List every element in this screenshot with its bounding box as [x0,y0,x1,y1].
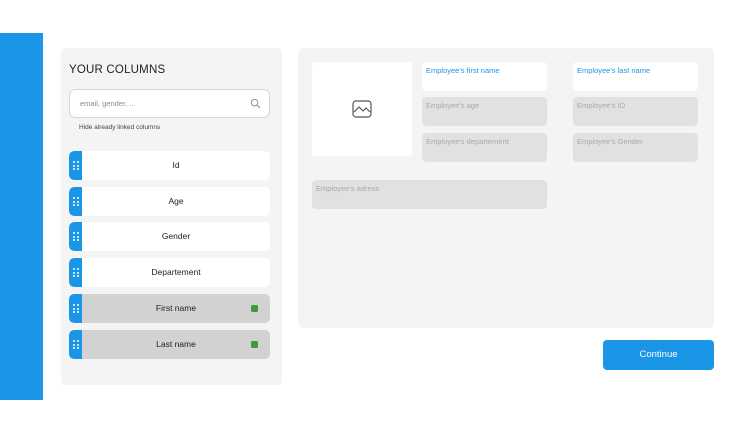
drag-dots-icon [72,268,79,277]
mapping-card: Employee's first name Employee's last na… [298,48,714,328]
column-label: Last name [156,339,196,349]
column-label: Id [172,160,180,170]
drag-dots-icon [72,304,79,313]
field-last-name[interactable]: Employee's last name [573,62,698,91]
column-label: Gender [161,231,191,241]
drag-dots-icon [72,161,79,170]
column-item-first-name[interactable]: First name [69,294,270,323]
drag-handle[interactable] [69,222,82,251]
field-address[interactable]: Employee's adress [312,180,547,209]
drag-handle[interactable] [69,151,82,180]
image-placeholder[interactable] [312,62,412,156]
field-age[interactable]: Employee's age [422,97,547,126]
search-box[interactable] [69,89,270,118]
side-accent-bar [0,33,43,400]
field-first-name[interactable]: Employee's first name [422,62,547,91]
drag-handle[interactable] [69,294,82,323]
column-item-gender[interactable]: Gender [69,222,270,251]
column-label: Age [168,196,184,206]
columns-panel: YOUR COLUMNS Hide already linked columns… [61,48,282,385]
drag-handle[interactable] [69,187,82,216]
app-root: YOUR COLUMNS Hide already linked columns… [0,0,750,433]
drag-dots-icon [72,232,79,241]
column-label: Departement [151,267,201,277]
field-id[interactable]: Employee's ID [573,97,698,126]
drag-dots-icon [72,197,79,206]
column-item-id[interactable]: Id [69,151,270,180]
column-item-last-name[interactable]: Last name [69,330,270,359]
hide-linked-toggle[interactable]: Hide already linked columns [79,124,160,131]
column-item-age[interactable]: Age [69,187,270,216]
linked-status-indicator [251,341,258,348]
drag-dots-icon [72,340,79,349]
field-departement[interactable]: Employee's departement [422,133,547,162]
field-gender[interactable]: Employee's Gender [573,133,698,162]
drag-handle[interactable] [69,330,82,359]
column-item-departement[interactable]: Departement [69,258,270,287]
search-icon[interactable] [250,98,261,109]
continue-button[interactable]: Continue [603,340,714,370]
search-input[interactable] [70,90,245,117]
panel-title: YOUR COLUMNS [69,64,166,76]
image-icon [352,100,372,118]
drag-handle[interactable] [69,258,82,287]
linked-status-indicator [251,305,258,312]
column-label: First name [155,303,197,313]
